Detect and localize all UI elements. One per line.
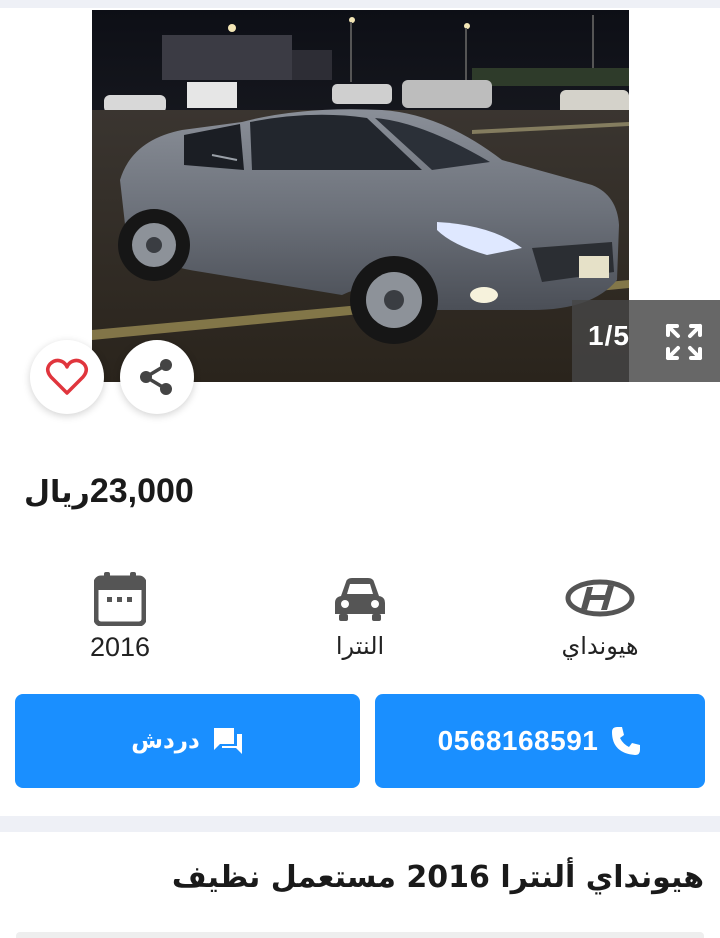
photo-counter-overlay: 1/5: [572, 300, 720, 382]
car-icon: [335, 578, 385, 621]
share-icon: [140, 359, 172, 395]
expand-photo-button[interactable]: [664, 322, 704, 362]
expand-icon: [666, 324, 702, 360]
spec-model: النترا: [270, 566, 450, 660]
phone-number: 0568168591: [437, 725, 599, 756]
chevron-right-icon: [649, 170, 665, 196]
chat-button-label: دردش: [131, 728, 200, 754]
price-currency: ريال: [24, 475, 90, 510]
photo-counter: 1/5: [588, 320, 630, 351]
section-divider: [0, 816, 720, 832]
photo-gallery[interactable]: 1/5: [0, 8, 720, 382]
spec-model-value: النترا: [335, 632, 385, 660]
favorite-button[interactable]: [30, 340, 104, 414]
price-amount: 23,000: [89, 472, 194, 510]
chevron-left-icon: [53, 170, 69, 196]
chat-button[interactable]: دردش: [15, 694, 360, 788]
spec-make: هيونداي: [510, 566, 690, 660]
chat-icon: [213, 728, 242, 754]
spec-year-value: 2016: [89, 632, 151, 662]
hyundai-logo-icon: [565, 579, 635, 617]
next-card-edge: [16, 932, 704, 938]
listing-title: هيونداي ألنترا 2016 مستعمل نظيف: [171, 860, 704, 895]
top-strip: [0, 0, 720, 8]
call-button[interactable]: 0568168591: [375, 694, 705, 788]
car-photo[interactable]: [92, 10, 629, 382]
phone-icon: [612, 727, 641, 755]
calendar-icon: [94, 572, 146, 626]
share-button[interactable]: [120, 340, 194, 414]
spec-make-value: هيونداي: [561, 632, 639, 660]
price: 23,000 ريال: [16, 472, 194, 522]
heart-icon: [46, 358, 88, 395]
prev-photo-button[interactable]: [46, 168, 76, 198]
next-photo-button[interactable]: [642, 168, 672, 198]
spec-year: 2016: [30, 566, 210, 663]
